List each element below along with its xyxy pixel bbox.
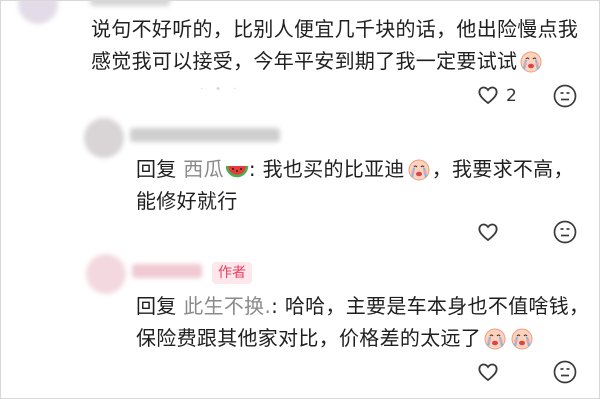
author-reply-text-line-2: 保险费跟其他家对比，价格差的太远了 xyxy=(136,322,535,361)
author-username[interactable] xyxy=(132,264,202,278)
reply-prefix: 回复 xyxy=(136,157,177,181)
heart-outline-icon[interactable] xyxy=(476,360,500,388)
reply-prefix: 回复 xyxy=(136,294,177,318)
reply-avatar[interactable] xyxy=(84,118,124,158)
heart-outline-icon[interactable] xyxy=(476,220,500,248)
crying-face-emoji xyxy=(509,325,535,361)
commenter-avatar[interactable] xyxy=(18,0,58,24)
crying-face-emoji xyxy=(406,156,432,192)
reply-username[interactable] xyxy=(130,128,280,142)
meh-face-icon[interactable] xyxy=(552,219,578,249)
crying-face-emoji xyxy=(518,48,544,84)
author-avatar[interactable] xyxy=(86,254,126,294)
comment-text: 感觉我可以接受，今年平安到期了我一定要试试 xyxy=(91,49,518,73)
heart-outline-icon[interactable] xyxy=(476,83,500,111)
time-meta: ·•· xyxy=(200,84,249,95)
meh-face-icon[interactable] xyxy=(552,83,578,113)
crying-face-emoji xyxy=(482,325,508,361)
reply-text-tail: ，我要求不高， xyxy=(431,157,574,181)
meh-face-icon[interactable] xyxy=(552,359,578,389)
commenter-username[interactable] xyxy=(90,0,170,6)
like-count: 2 xyxy=(506,86,517,106)
mention-username[interactable]: 此生不换. xyxy=(183,294,271,318)
comment-text-line-1: 说句不好听的，比别人便宜几千块的话，他出险慢点我 xyxy=(91,17,579,41)
reply-text: : 哈哈，主要是车本身也不值啥钱， xyxy=(271,294,590,318)
mention-username[interactable]: 西瓜 xyxy=(183,157,224,181)
reply-text-line-2: 能修好就行 xyxy=(136,189,238,213)
reply-text: : 我也买的比亚迪 xyxy=(248,157,405,181)
reply-text: 保险费跟其他家对比，价格差的太远了 xyxy=(136,326,482,350)
author-badge: 作者 xyxy=(212,262,252,284)
comment-text-line-2: 感觉我可以接受，今年平安到期了我一定要试试 xyxy=(91,45,544,84)
author-reply-text-line-1: 回复 此生不换.: 哈哈，主要是车本身也不值啥钱， xyxy=(136,290,589,323)
